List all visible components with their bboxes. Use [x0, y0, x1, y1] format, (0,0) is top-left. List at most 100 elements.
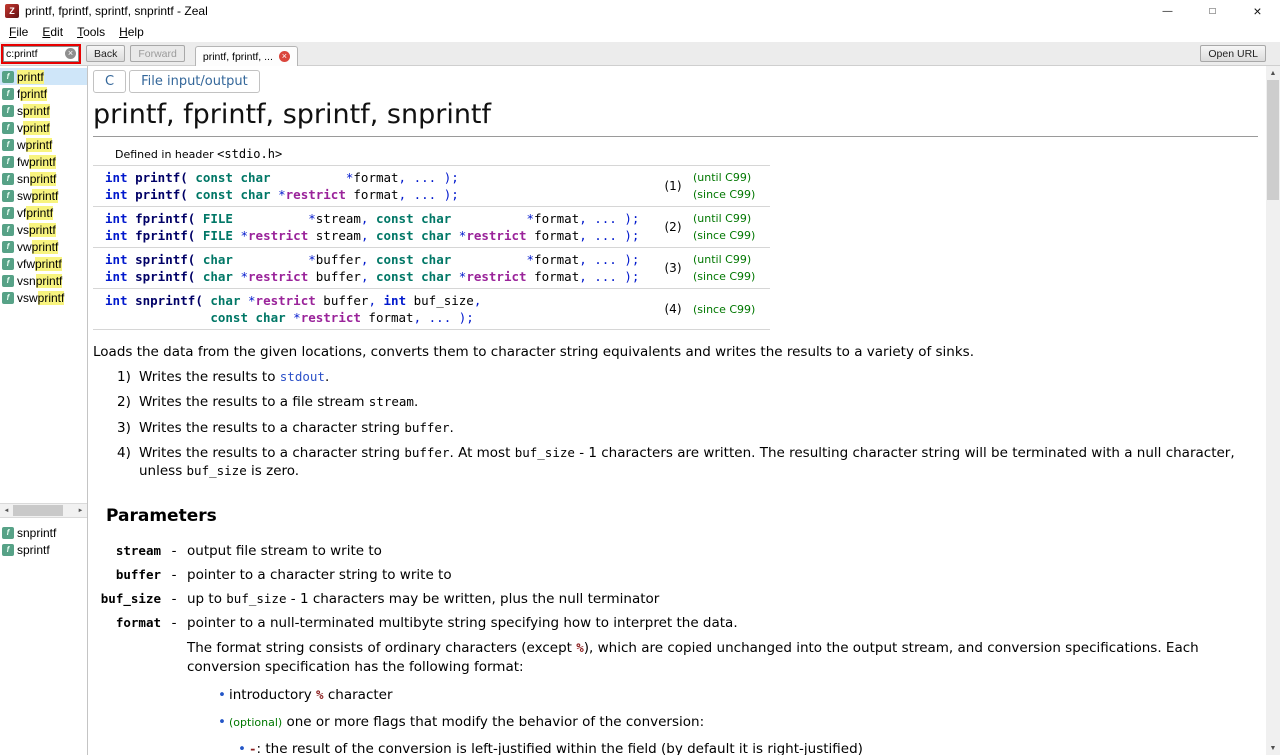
search-result-item[interactable]: f swprintf [0, 187, 87, 204]
result-prefix: sn [17, 171, 30, 186]
toc-item[interactable]: f snprintf [0, 524, 87, 541]
text-run [271, 170, 346, 185]
tab-printf-fprintf[interactable]: printf, fprintf, ... × [194, 46, 298, 66]
text-run: , [368, 293, 376, 308]
menu-edit[interactable]: Edit [35, 25, 70, 39]
result-label: printf [17, 69, 44, 84]
description-item: 2) Writes the results to a file stream st… [117, 393, 1258, 411]
result-label: snprintf [17, 171, 57, 186]
result-label: vswprintf [17, 290, 65, 305]
text-run [451, 252, 526, 267]
text-run: * [308, 211, 316, 226]
declaration-code: int fprintf( FILE *stream, const char *f… [93, 210, 653, 244]
declaration-code: int printf( const char *format, ... ); in… [93, 169, 653, 203]
content-area: C File input/output printf, fprintf, spri… [88, 66, 1266, 755]
text-run: format [534, 252, 580, 267]
text-run [368, 269, 376, 284]
tab-close-icon[interactable]: × [278, 51, 290, 62]
scroll-up-icon[interactable]: ▲ [1266, 66, 1280, 80]
format-description: The format string consists of ordinary c… [187, 639, 1258, 677]
function-icon: f [2, 172, 14, 185]
numbered-list: 1) Writes the results to stdout. 2) Writes … [117, 368, 1258, 480]
text-run: restrict [255, 293, 316, 308]
menu-file[interactable]: File [2, 25, 35, 39]
format-bullet: introductory % character [218, 686, 1258, 704]
parameter-description: output file stream to write to [187, 542, 1258, 561]
text-run: char [210, 293, 241, 308]
breadcrumb-section[interactable]: File input/output [129, 70, 260, 93]
text-run: format [353, 170, 399, 185]
search-annotation-box: c:printf × [1, 43, 81, 64]
text-run: , ... ); [579, 228, 640, 243]
content-vertical-scrollbar[interactable]: ▲ ▼ [1266, 66, 1280, 755]
search-result-item[interactable]: f vprintf [0, 119, 87, 136]
search-result-item[interactable]: f wprintf [0, 136, 87, 153]
text-run: , ... ); [413, 310, 474, 325]
clear-search-icon[interactable]: × [65, 48, 76, 59]
menu-help[interactable]: Help [112, 25, 151, 39]
text-run: restrict [248, 228, 309, 243]
search-input[interactable]: c:printf × [3, 45, 79, 62]
function-icon: f [2, 121, 14, 134]
text-run: output file stream to write to [187, 543, 382, 560]
search-result-item[interactable]: f vfwprintf [0, 255, 87, 272]
open-url-button[interactable]: Open URL [1200, 45, 1266, 62]
search-result-item[interactable]: f vsprintf [0, 221, 87, 238]
minimize-button[interactable]: — [1145, 0, 1190, 22]
function-icon: f [2, 274, 14, 287]
scroll-down-icon[interactable]: ▼ [1266, 741, 1280, 755]
scrollbar-track[interactable] [13, 504, 74, 517]
sidebar-horizontal-scrollbar[interactable]: ◄ ► [0, 503, 87, 518]
text-run: char [202, 252, 233, 267]
item-text: Writes the results to a character string… [139, 419, 1258, 437]
text-run [105, 310, 210, 325]
function-icon: f [2, 87, 14, 100]
description-item: 3) Writes the results to a character stri… [117, 419, 1258, 437]
result-match-highlight: printf [23, 103, 50, 118]
text-run [195, 269, 203, 284]
toc-list: f snprintf f sprintf [0, 518, 87, 755]
search-value: c:printf [6, 47, 38, 60]
format-bullet-list: introductory % character (optional) one o… [93, 686, 1258, 755]
toc-item[interactable]: f sprintf [0, 541, 87, 558]
search-result-item[interactable]: f sprintf [0, 102, 87, 119]
scrollbar-track[interactable] [1266, 80, 1280, 741]
format-bullet: -: the result of the conversion is left-… [238, 740, 1258, 755]
result-match-highlight: printf [31, 188, 59, 203]
search-result-item[interactable]: f vswprintf [0, 289, 87, 306]
result-match-highlight: printf [29, 171, 57, 186]
result-match-highlight: printf [35, 256, 62, 271]
text-run: const char [375, 211, 452, 226]
text-run: stream [315, 211, 361, 226]
close-button[interactable]: × [1235, 0, 1280, 22]
text-run: pointer to a character string to write t… [187, 567, 452, 584]
search-result-item[interactable]: f vsnprintf [0, 272, 87, 289]
text-run: , ... ); [398, 170, 459, 185]
search-result-item[interactable]: f fprintf [0, 85, 87, 102]
text-run: format [534, 211, 580, 226]
scrollbar-thumb[interactable] [13, 505, 63, 516]
maximize-button[interactable]: □ [1190, 0, 1235, 22]
search-result-item[interactable]: f fwprintf [0, 153, 87, 170]
text-run: format [345, 187, 399, 202]
result-label: sprintf [17, 103, 50, 118]
search-result-item[interactable]: f printf [0, 68, 87, 85]
inline-link[interactable]: stdout [280, 369, 325, 384]
back-button[interactable]: Back [86, 45, 126, 62]
scroll-left-icon[interactable]: ◄ [0, 504, 13, 517]
text-run: up to [187, 591, 227, 608]
function-icon: f [2, 155, 14, 168]
breadcrumb-language[interactable]: C [93, 70, 127, 93]
text-run: Defined in header [115, 148, 218, 161]
text-run: FILE [202, 211, 233, 226]
search-result-item[interactable]: f vwprintf [0, 238, 87, 255]
scrollbar-thumb[interactable] [1267, 80, 1279, 200]
text-run: int [105, 252, 128, 267]
menu-tools[interactable]: Tools [70, 25, 112, 39]
search-result-item[interactable]: f vfprintf [0, 204, 87, 221]
declaration-groups: int printf( const char *format, ... ); in… [93, 165, 770, 329]
scroll-right-icon[interactable]: ► [74, 504, 87, 517]
text-run [368, 211, 376, 226]
text-run: * [526, 252, 535, 267]
search-result-item[interactable]: f snprintf [0, 170, 87, 187]
